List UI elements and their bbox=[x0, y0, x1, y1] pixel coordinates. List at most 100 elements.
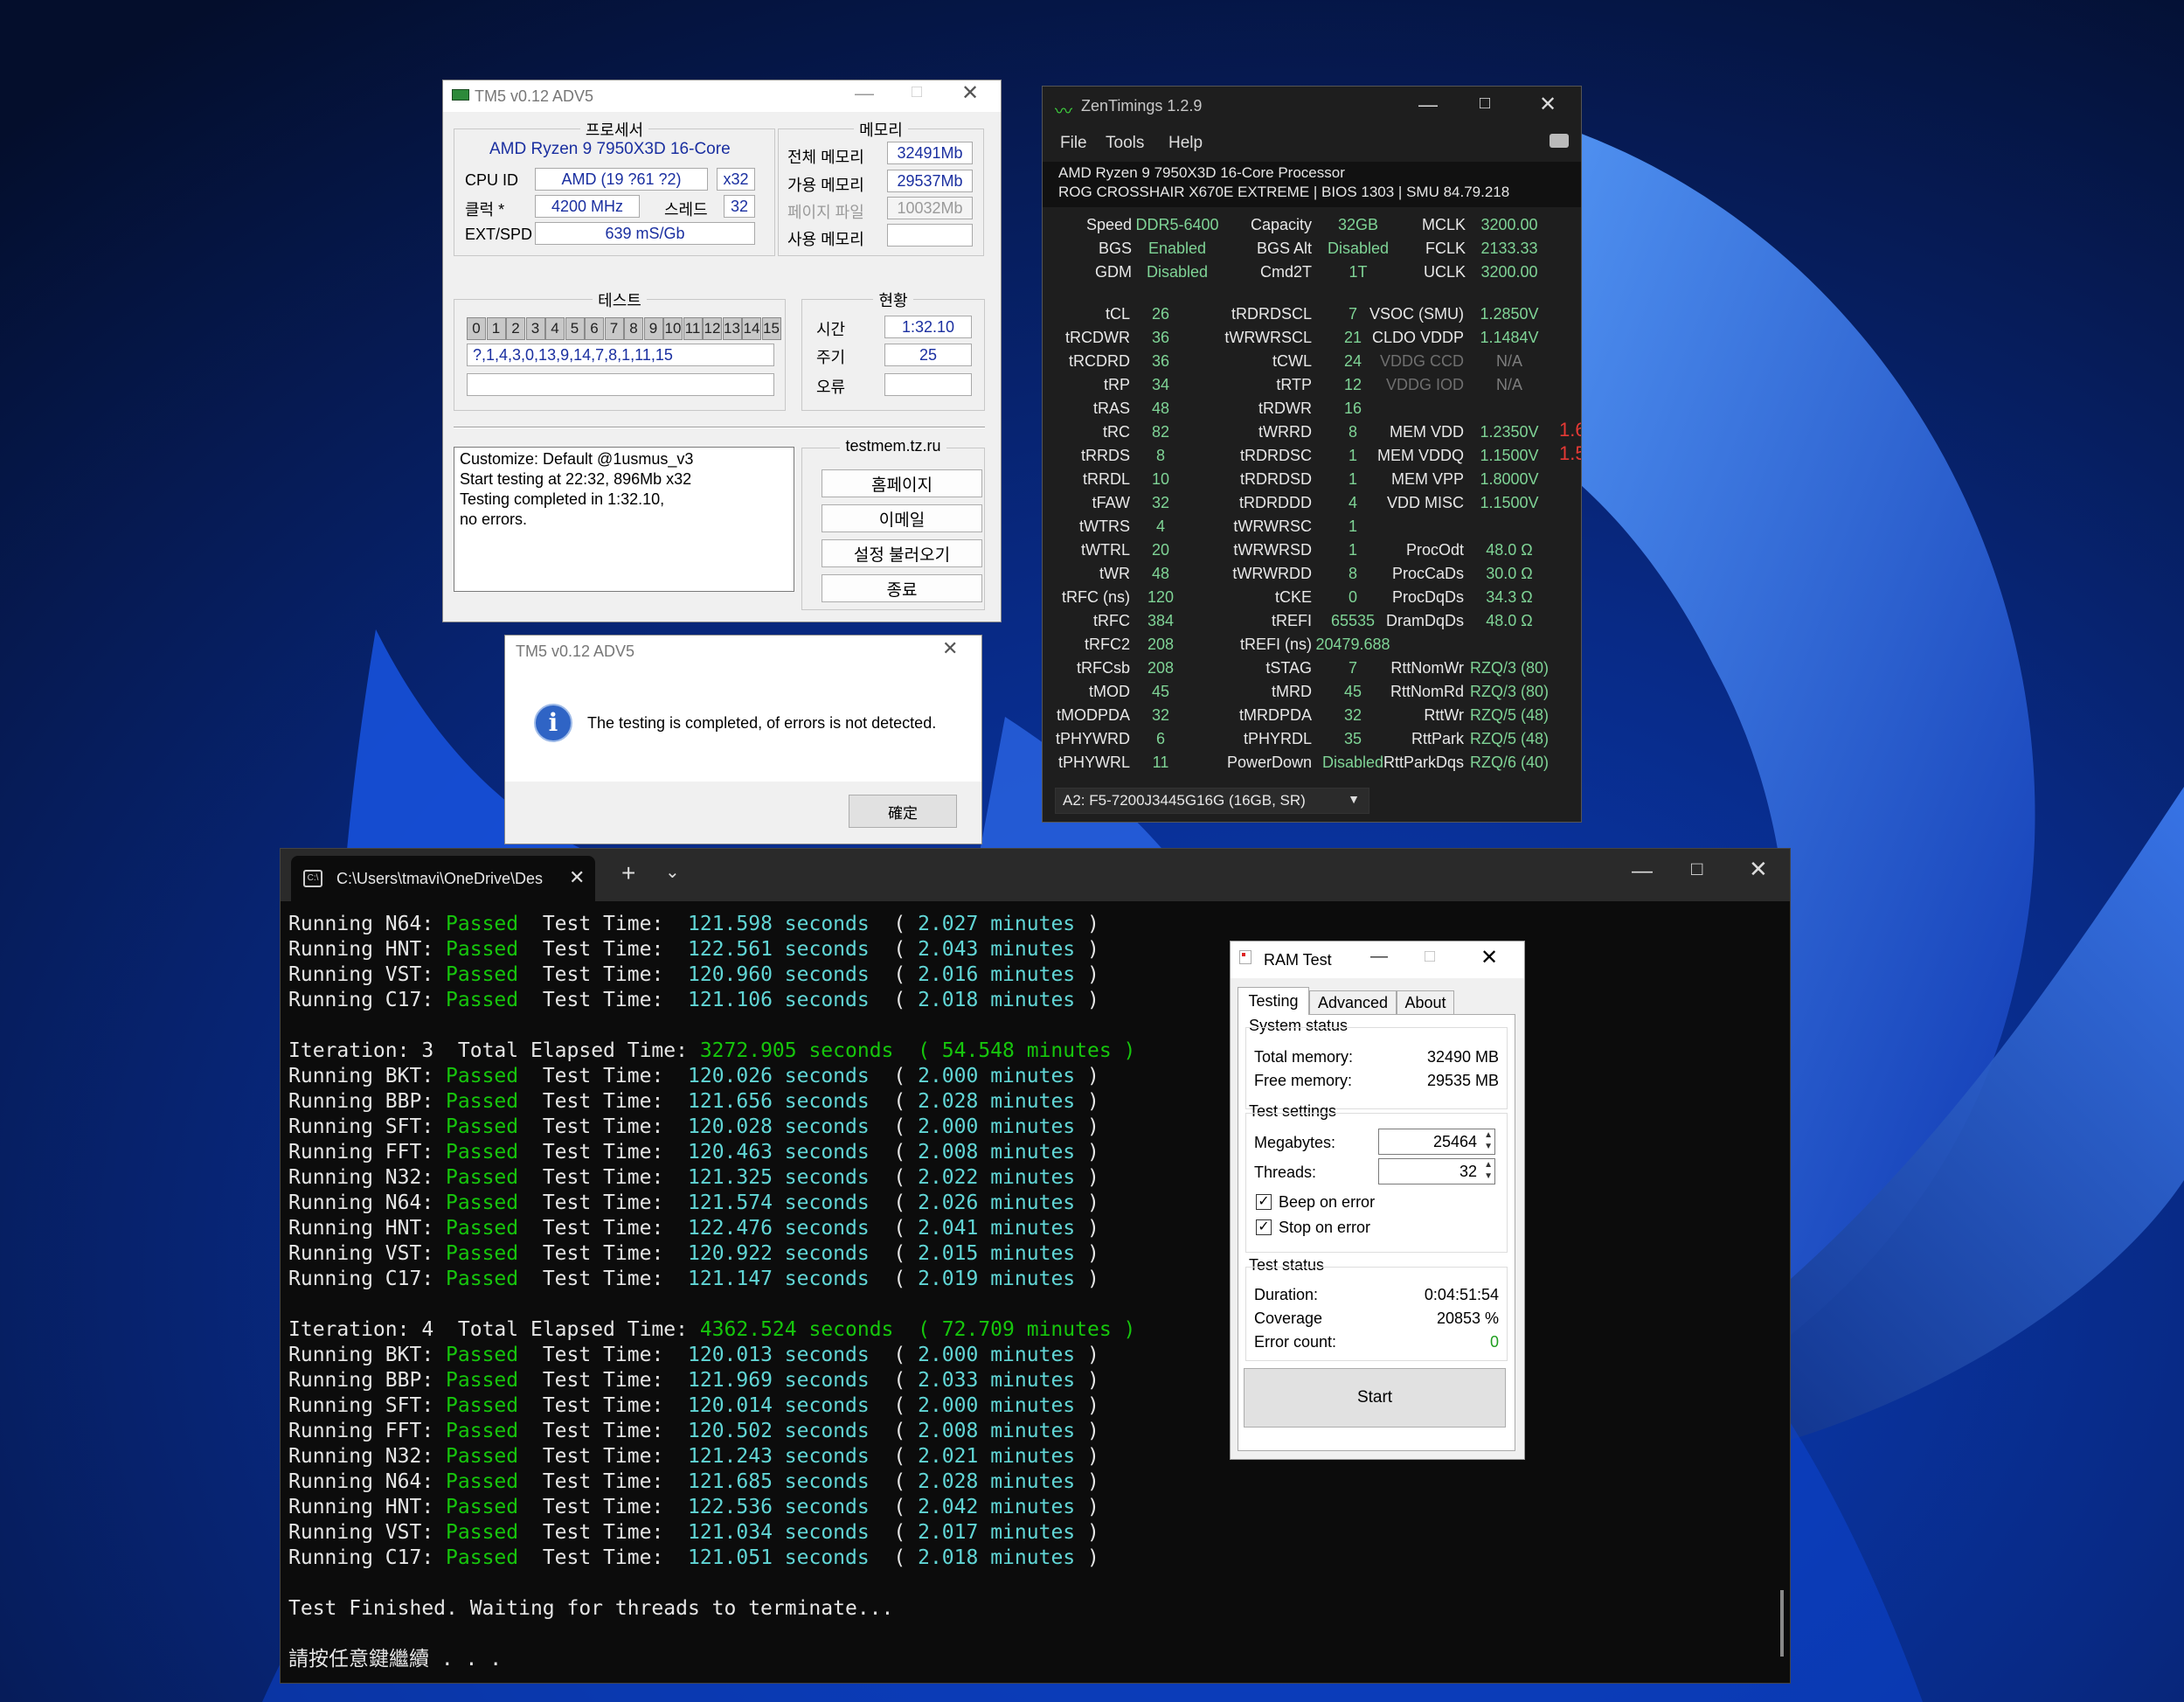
minutes: 2.008 bbox=[918, 1420, 979, 1442]
zen-menubar: File Tools Help bbox=[1043, 127, 1581, 160]
line-prefix: Running bbox=[288, 1217, 385, 1240]
line-prefix: Running bbox=[288, 1115, 385, 1138]
menu-file[interactable]: File bbox=[1060, 134, 1087, 153]
terminal-line: Running BBP: Passed Test Time: 121.969 s… bbox=[288, 1368, 1099, 1393]
zen-key: tRFCsb bbox=[1076, 659, 1130, 677]
start-button[interactable]: Start bbox=[1244, 1368, 1506, 1428]
dialog-ok-button[interactable]: 確定 bbox=[849, 795, 957, 828]
colon: : bbox=[421, 938, 447, 961]
test-cell: 8 bbox=[624, 317, 643, 340]
line-prefix: Running bbox=[288, 1445, 385, 1468]
close-button[interactable]: ✕ bbox=[1480, 945, 1498, 970]
threads-value: 32 bbox=[1459, 1163, 1477, 1180]
zen-key: tWRWRDD bbox=[1232, 565, 1312, 582]
cpuid-label: CPU ID bbox=[465, 171, 519, 189]
minutes-unit: minutes bbox=[978, 1546, 1076, 1569]
zen-key: tRFC (ns) bbox=[1062, 588, 1130, 606]
stop-checkbox[interactable]: ✓ bbox=[1256, 1219, 1272, 1235]
zen-value: 48 bbox=[1151, 565, 1170, 582]
zen-value: 45 bbox=[1343, 683, 1362, 700]
time-label: Test Time: bbox=[518, 1445, 688, 1468]
tab-advanced[interactable]: Advanced bbox=[1309, 990, 1397, 1015]
paren: ( bbox=[869, 1445, 919, 1468]
tab-close-icon[interactable]: ✕ bbox=[569, 866, 585, 889]
maximize-button[interactable]: □ bbox=[1425, 947, 1435, 967]
processor-group-title: 프로세서 bbox=[579, 122, 649, 139]
seconds-unit: seconds bbox=[772, 938, 870, 961]
terminal-scrollbar[interactable] bbox=[1780, 1590, 1784, 1657]
zen-app-icon: 〰 bbox=[1055, 102, 1072, 122]
minutes-unit: minutes bbox=[978, 1344, 1076, 1366]
terminal-text: 請按任意鍵繼續 . . . bbox=[288, 1648, 503, 1671]
tm5-app-icon bbox=[452, 89, 469, 101]
menu-tools[interactable]: Tools bbox=[1106, 134, 1144, 153]
exit-button[interactable]: 종료 bbox=[822, 574, 982, 602]
zen-value: 6 bbox=[1155, 730, 1165, 747]
email-button[interactable]: 이메일 bbox=[822, 504, 982, 532]
cpuid-field: AMD (19 ?61 ?2) bbox=[535, 168, 708, 191]
maximize-button[interactable]: □ bbox=[1480, 94, 1490, 114]
megabytes-input[interactable]: 25464 ▲ ▼ bbox=[1378, 1129, 1495, 1155]
coverage-value: 20853 % bbox=[1436, 1309, 1499, 1327]
ramtest-titlebar[interactable]: RAM Test — □ ✕ bbox=[1231, 941, 1524, 978]
tab-testing[interactable]: Testing bbox=[1238, 987, 1309, 1015]
terminal-line: Running VST: Passed Test Time: 121.034 s… bbox=[288, 1520, 1099, 1546]
zen-key: MEM VDD bbox=[1390, 423, 1464, 441]
maximize-button[interactable]: □ bbox=[1691, 858, 1702, 880]
maximize-button[interactable]: □ bbox=[899, 82, 934, 108]
paren: ( bbox=[869, 1115, 919, 1138]
zen-value: 10 bbox=[1151, 470, 1170, 488]
minimize-button[interactable]: — bbox=[1370, 947, 1388, 967]
tm5-titlebar[interactable]: TM5 v0.12 ADV5 — □ ✕ bbox=[443, 80, 1001, 112]
seconds: 122.476 bbox=[688, 1217, 773, 1240]
result: Passed bbox=[446, 913, 519, 935]
paren: ( bbox=[869, 913, 919, 935]
minimize-button[interactable]: — bbox=[847, 82, 882, 108]
close-button[interactable]: ✕ bbox=[1539, 92, 1557, 117]
homepage-button[interactable]: 홈페이지 bbox=[822, 469, 982, 497]
module-select[interactable]: A2: F5-7200J3445G16G (16GB, SR) ▼ bbox=[1055, 788, 1369, 814]
zen-value: 11 bbox=[1152, 754, 1169, 771]
tab-dropdown-button[interactable]: ⌄ bbox=[665, 861, 680, 883]
log-box[interactable]: Customize: Default @1usmus_v3 Start test… bbox=[454, 447, 794, 592]
paren: ) bbox=[1075, 1496, 1099, 1518]
zen-value: 208 bbox=[1147, 636, 1175, 653]
minutes-unit: minutes bbox=[978, 1242, 1076, 1265]
menu-help[interactable]: Help bbox=[1168, 134, 1203, 153]
terminal-text: Test Finished. Waiting for threads to te… bbox=[288, 1597, 894, 1620]
dialog-close-button[interactable]: ✕ bbox=[942, 637, 958, 660]
line-prefix: Running bbox=[288, 1369, 385, 1392]
threads-label: 스레드 bbox=[664, 201, 708, 219]
paren: ( bbox=[869, 1546, 919, 1569]
result: Passed bbox=[446, 1242, 519, 1265]
threads-input[interactable]: 32 ▲ ▼ bbox=[1378, 1158, 1495, 1184]
zen-key: CLDO VDDP bbox=[1371, 329, 1464, 346]
test-cell: 15 bbox=[761, 317, 781, 340]
new-tab-button[interactable]: + bbox=[621, 859, 635, 887]
minutes-unit: minutes bbox=[978, 1445, 1076, 1468]
terminal-line: Running BKT: Passed Test Time: 120.026 s… bbox=[288, 1064, 1099, 1089]
beep-checkbox[interactable]: ✓ bbox=[1256, 1194, 1272, 1210]
megabytes-label: Megabytes: bbox=[1254, 1134, 1336, 1151]
test-name: N32 bbox=[385, 1445, 422, 1468]
separator bbox=[454, 427, 985, 428]
zentimings-window: 〰 ZenTimings 1.2.9 — □ ✕ File Tools Help… bbox=[1042, 86, 1582, 823]
threads-label: Threads: bbox=[1254, 1164, 1317, 1181]
close-button[interactable]: ✕ bbox=[1749, 856, 1768, 883]
test-progress-bar bbox=[467, 373, 774, 396]
line-prefix: Running bbox=[288, 1420, 385, 1442]
spinner-icon[interactable]: ▲ ▼ bbox=[1484, 1159, 1493, 1182]
spinner-icon[interactable]: ▲ ▼ bbox=[1484, 1129, 1493, 1152]
zen-titlebar[interactable]: 〰 ZenTimings 1.2.9 — □ ✕ bbox=[1043, 87, 1581, 127]
minimize-button[interactable]: — bbox=[1632, 859, 1653, 884]
minimize-button[interactable]: — bbox=[1418, 94, 1438, 116]
seconds-unit: seconds bbox=[772, 963, 870, 986]
load-settings-button[interactable]: 설정 불러오기 bbox=[822, 539, 982, 567]
close-button[interactable]: ✕ bbox=[953, 80, 988, 107]
camera-icon[interactable] bbox=[1550, 134, 1569, 148]
terminal-tab[interactable]: C:\ C:\Users\tmavi\OneDrive\Des ✕ bbox=[291, 856, 595, 901]
tab-about[interactable]: About bbox=[1397, 990, 1454, 1015]
ext-spd-label: EXT/SPD bbox=[465, 226, 533, 243]
tab-title: C:\Users\tmavi\OneDrive\Des bbox=[336, 870, 544, 887]
error-count-value: 0 bbox=[1489, 1333, 1499, 1351]
